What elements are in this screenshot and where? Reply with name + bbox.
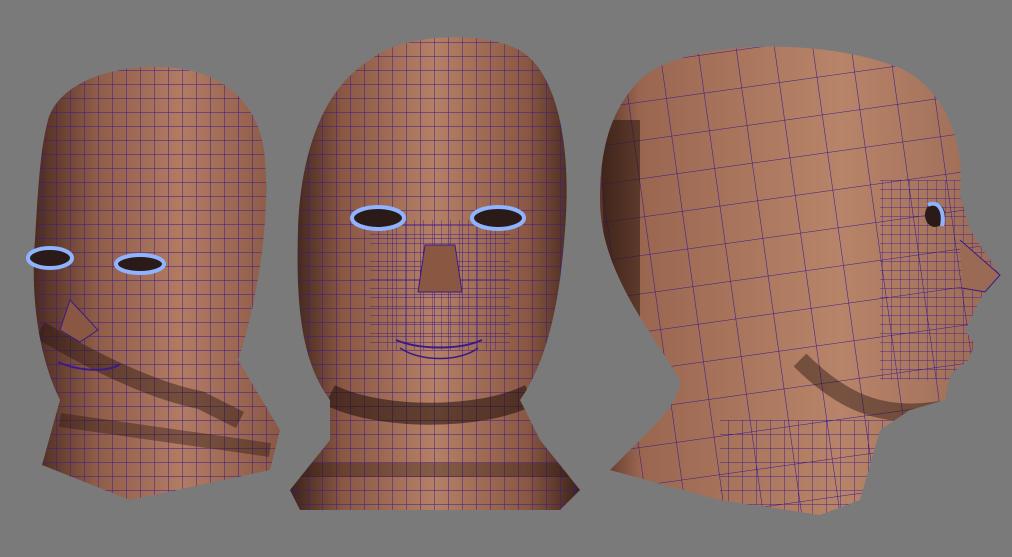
viewport	[0, 0, 1012, 557]
eye-right-icon	[114, 253, 166, 275]
eye-right-icon	[470, 205, 526, 231]
wireframe-scene	[26, 37, 1001, 516]
head-three-quarter-view	[26, 66, 280, 500]
eye-side-icon	[925, 201, 945, 227]
head-front-view	[290, 37, 580, 510]
head-side-view	[600, 46, 1001, 516]
eye-left-icon	[26, 246, 74, 270]
eye-left-icon	[350, 205, 406, 231]
